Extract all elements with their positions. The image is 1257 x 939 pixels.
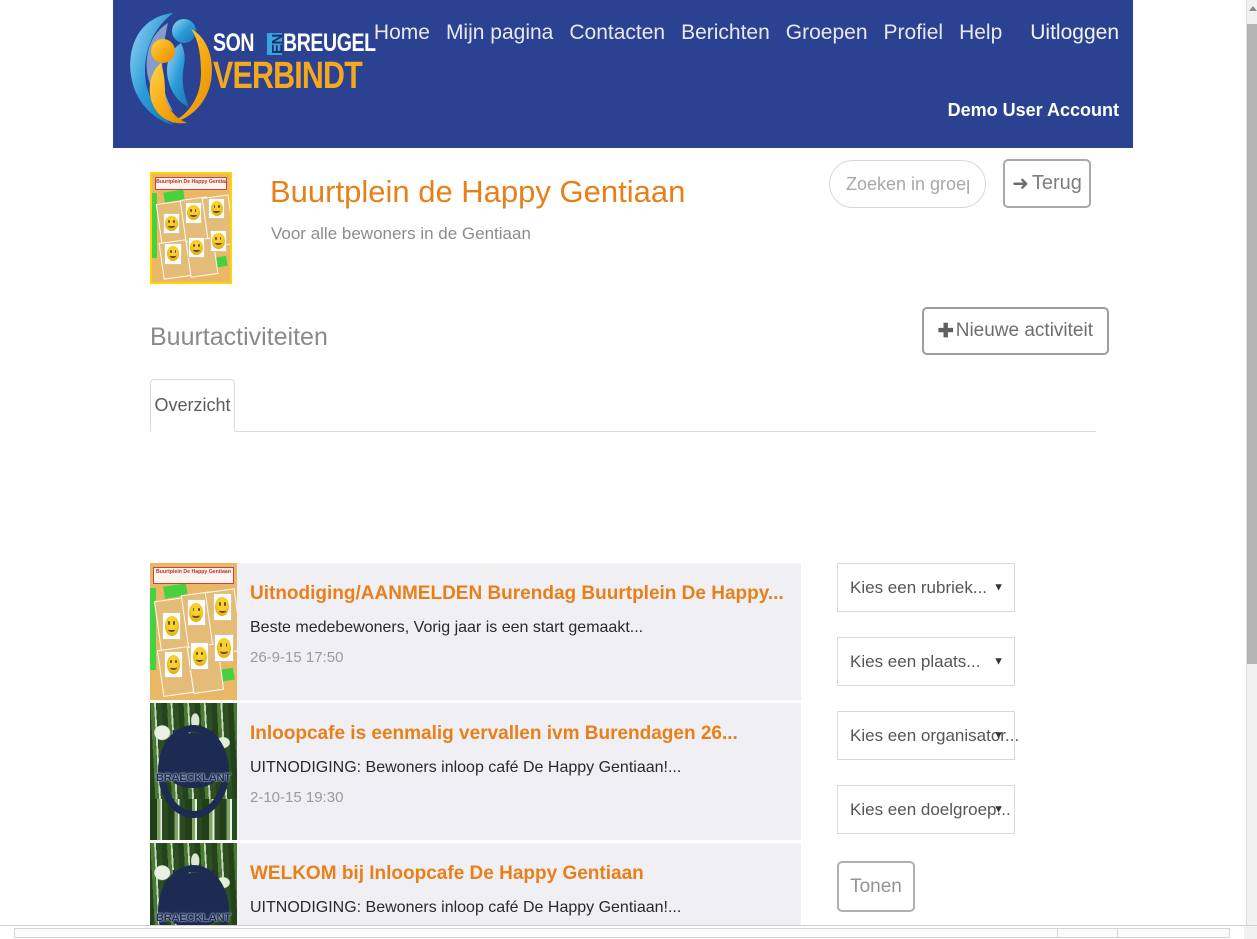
chevron-down-icon: ▼: [993, 655, 1004, 667]
new-activity-button[interactable]: ✚ Nieuwe activiteit: [921, 307, 1109, 355]
thumbnail-caption: Buurtplein De Happy Gentiaan: [153, 567, 234, 584]
filter-organisator[interactable]: Kies een organisator... ▼: [837, 711, 1019, 760]
logo-figures-icon: [130, 13, 213, 125]
activity-snippet: UITNODIGING: Bewoners inloop café De Hap…: [250, 758, 682, 776]
thumbnail-caption: BRAECKLANT: [156, 771, 231, 784]
plus-icon: ✚: [937, 320, 954, 342]
activity-title[interactable]: WELKOM bij Inloopcafe De Happy Gentiaan: [250, 863, 793, 885]
nav-mijn-pagina[interactable]: Mijn pagina: [446, 22, 553, 43]
filter-doelgroep-label: Kies een doelgroep...: [850, 799, 1011, 819]
group-subtitle: Voor alle bewoners in de Gentiaan: [271, 224, 531, 243]
status-bar-divider: [1117, 928, 1118, 938]
logo-verbindt-text: VERBINDT: [213, 55, 363, 97]
back-button[interactable]: ➜ Terug: [1003, 159, 1091, 208]
status-bar: [0, 925, 1257, 939]
activity-title[interactable]: Uitnodiging/AANMELDEN Burendag Buurtplei…: [250, 583, 793, 605]
logo-breugel-text: BREUGEL: [282, 29, 376, 57]
filter-doelgroep[interactable]: Kies een doelgroep... ▼: [837, 785, 1015, 834]
activity-date: 2-10-15 19:30: [250, 788, 344, 806]
neighbourhood-map-image: Buurtplein De Happy Gentiaan: [152, 174, 230, 282]
nav-profiel[interactable]: Profiel: [884, 22, 944, 43]
show-button[interactable]: Tonen: [837, 861, 915, 912]
tab-bar: Overzicht: [150, 379, 1096, 432]
arrow-left-icon: ➜: [1012, 172, 1029, 195]
nav-groepen[interactable]: Groepen: [786, 22, 868, 43]
activity-text: Inloopcafe is eenmalig vervallen ivm Bur…: [250, 723, 793, 806]
nav-uitloggen[interactable]: Uitloggen: [1030, 22, 1119, 43]
site-logo[interactable]: SON EN BREUGEL VERBINDT: [121, 7, 376, 129]
group-title: Buurtplein de Happy Gentiaan: [270, 174, 686, 209]
activity-date: 26-9-15 17:50: [250, 648, 344, 666]
nav-berichten[interactable]: Berichten: [681, 22, 770, 43]
vertical-scrollbar-thumb[interactable]: [1247, 24, 1257, 664]
nav-contacten[interactable]: Contacten: [569, 22, 665, 43]
activity-title[interactable]: Inloopcafe is eenmalig vervallen ivm Bur…: [250, 723, 793, 745]
main-navigation: Home Mijn pagina Contacten Berichten Gro…: [374, 22, 1119, 43]
group-search-input[interactable]: [829, 160, 986, 208]
section-title: Buurtactiviteiten: [150, 323, 328, 351]
neighbourhood-map-image: Buurtplein De Happy Gentiaan: [150, 563, 237, 700]
filter-rubriek-label: Kies een rubriek...: [850, 577, 988, 597]
logo-wordmark: SON EN BREUGEL VERBINDT: [213, 29, 376, 97]
activity-thumbnail: BRAECKLANT: [150, 703, 237, 840]
new-activity-label: Nieuwe activiteit: [955, 320, 1093, 341]
chevron-down-icon: ▼: [993, 803, 1004, 815]
list-item[interactable]: BRAECKLANT Inloopcafe is eenmalig verval…: [150, 703, 801, 840]
braecklant-park-image: BRAECKLANT: [150, 703, 237, 840]
account-name[interactable]: Demo User Account: [948, 100, 1119, 121]
scrollbar-corner: [1244, 926, 1257, 939]
chevron-down-icon: ▼: [993, 581, 1004, 593]
tab-overzicht-label: Overzicht: [154, 395, 231, 415]
browser-viewport: SON EN BREUGEL VERBINDT Home Mijn pagina…: [0, 0, 1257, 939]
filter-plaats[interactable]: Kies een plaats... ▼: [837, 637, 1015, 686]
activity-thumbnail: Buurtplein De Happy Gentiaan: [150, 563, 237, 700]
group-avatar-caption: Buurtplein De Happy Gentiaan: [155, 177, 227, 191]
back-button-label: Terug: [1031, 172, 1082, 194]
horizontal-scrollbar[interactable]: [14, 928, 1230, 938]
nav-home[interactable]: Home: [374, 22, 430, 43]
chevron-down-icon: ▼: [993, 729, 1004, 741]
filter-rubriek[interactable]: Kies een rubriek... ▼: [837, 563, 1015, 612]
logo-son-text: SON: [213, 29, 255, 57]
vertical-scrollbar[interactable]: [1246, 0, 1257, 925]
group-header: Buurtplein De Happy Gentiaan Buurtplein …: [113, 148, 1133, 298]
logo-en-badge: EN: [266, 32, 286, 55]
thumbnail-caption: BRAECKLANT: [156, 911, 231, 924]
status-bar-divider: [1057, 928, 1058, 938]
activity-snippet: Beste medebewoners, Vorig jaar is een st…: [250, 618, 644, 636]
nav-help[interactable]: Help: [959, 22, 1002, 43]
filter-plaats-label: Kies een plaats...: [850, 651, 981, 671]
activity-text: Uitnodiging/AANMELDEN Burendag Buurtplei…: [250, 583, 793, 666]
filter-panel: Kies een rubriek... ▼ Kies een plaats...…: [837, 563, 1019, 912]
activity-snippet: UITNODIGING: Bewoners inloop café De Hap…: [250, 898, 682, 916]
tab-overzicht[interactable]: Overzicht: [150, 379, 235, 432]
group-avatar[interactable]: Buurtplein De Happy Gentiaan: [150, 172, 232, 284]
scroll-up-arrow-icon[interactable]: [1249, 6, 1257, 11]
site-header: SON EN BREUGEL VERBINDT Home Mijn pagina…: [113, 0, 1133, 148]
list-item[interactable]: Buurtplein De Happy Gentiaan Uitnodiging…: [150, 563, 801, 700]
page-content: SON EN BREUGEL VERBINDT Home Mijn pagina…: [113, 0, 1133, 939]
activity-list: Buurtplein De Happy Gentiaan Uitnodiging…: [150, 563, 801, 939]
